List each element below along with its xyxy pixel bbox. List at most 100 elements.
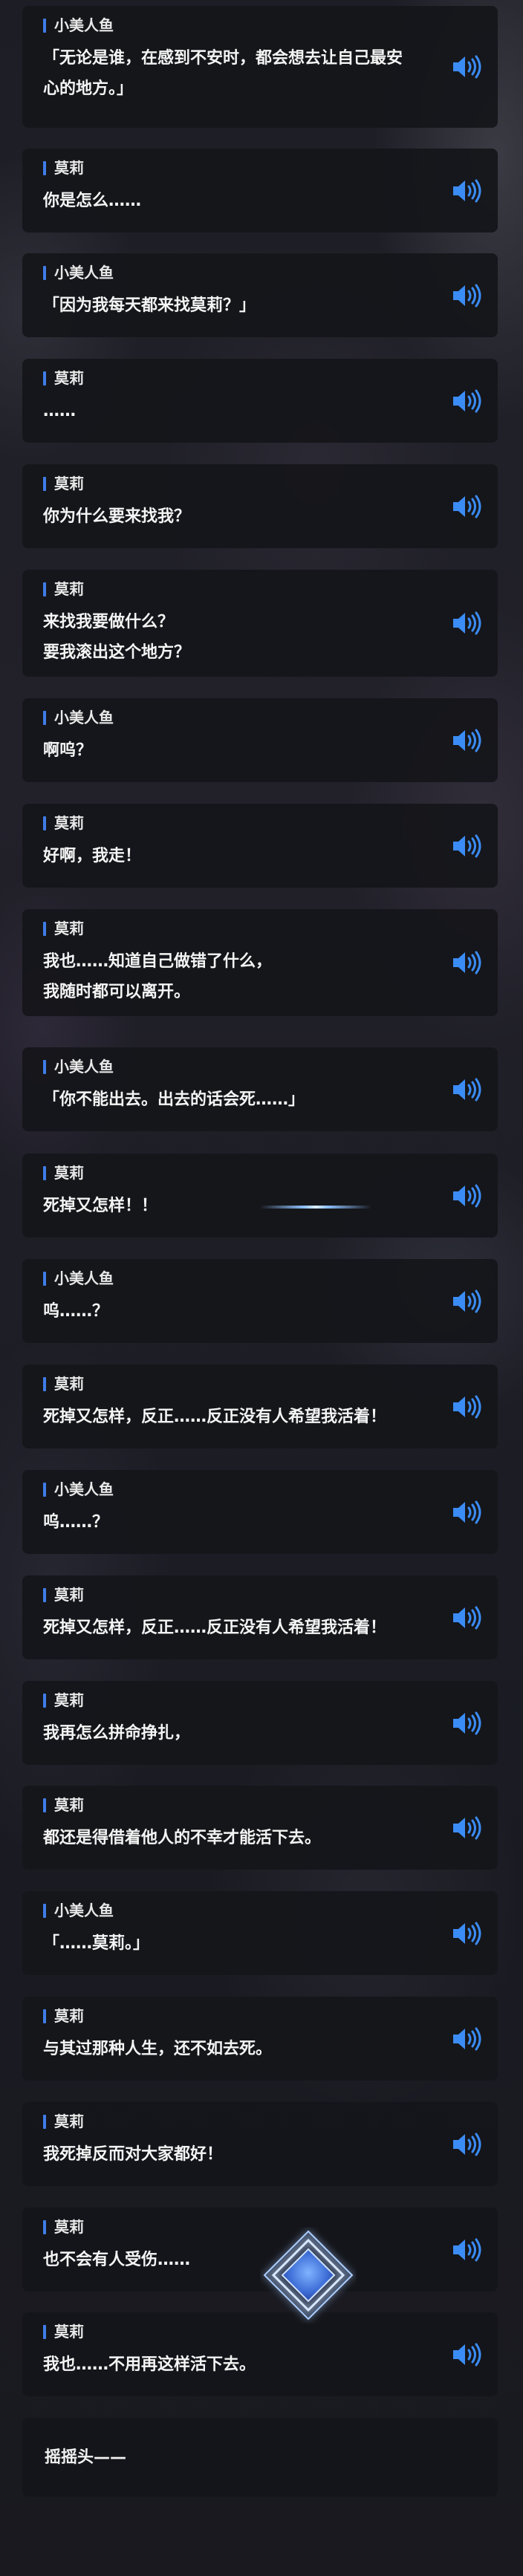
dialogue-line: 啊呜？ <box>43 741 93 760</box>
speaker-name: 莫莉 <box>43 814 84 832</box>
speaker-volume-icon <box>453 951 481 975</box>
dialogue-line: 我也……不用再这样活下去。 <box>43 2355 256 2374</box>
play-voice-button[interactable] <box>450 1183 483 1209</box>
play-voice-button[interactable] <box>450 178 483 204</box>
dialogue-card: 小美人鱼 呜……？ <box>22 1259 498 1343</box>
speaker-name: 小美人鱼 <box>43 1269 114 1287</box>
speaker-name: 莫莉 <box>43 2218 84 2236</box>
play-voice-button[interactable] <box>450 493 483 520</box>
play-voice-button[interactable] <box>450 2237 483 2263</box>
play-voice-button[interactable] <box>450 1076 483 1103</box>
dialogue-card: 莫莉你是怎么…… <box>22 149 498 232</box>
speaker-name: 莫莉 <box>43 1586 84 1604</box>
speaker-name: 小美人鱼 <box>43 1902 114 1919</box>
play-voice-button[interactable] <box>450 282 483 309</box>
dialogue-line: 「无论是谁，在感到不安时，都会想去让自己最安 <box>43 49 403 68</box>
speaker-name: 小美人鱼 <box>43 709 114 726</box>
speaker-volume-icon <box>453 1289 481 1313</box>
dialogue-card: 莫莉 都还是得借着他人的不幸才能活下去。 <box>22 1786 498 1870</box>
dialogue-card: 莫莉我也……知道自己做错了什么， 我随时都可以离开。 <box>22 909 498 1016</box>
speaker-volume-icon <box>453 1606 481 1629</box>
speaker-volume-icon <box>453 834 481 857</box>
play-voice-button[interactable] <box>450 1604 483 1631</box>
speaker-volume-icon <box>453 495 481 518</box>
dialogue-line: 也不会有人受伤…… <box>43 2251 191 2269</box>
dialogue-line: …… <box>43 402 76 420</box>
play-voice-button[interactable] <box>450 949 483 976</box>
dialogue-line: 死掉又怎样！！ <box>43 1197 158 1215</box>
speaker-name: 小美人鱼 <box>43 16 114 34</box>
dialogue-card: 小美人鱼「……莫莉。」 <box>22 1891 498 1975</box>
play-voice-button[interactable] <box>450 53 483 80</box>
play-voice-button[interactable] <box>450 2131 483 2158</box>
dialogue-line: 「你不能出去。出去的话会死……」 <box>43 1090 305 1109</box>
play-voice-button[interactable] <box>450 833 483 859</box>
dialogue-line: 心的地方。」 <box>43 79 134 98</box>
speaker-name: 小美人鱼 <box>43 264 114 282</box>
speaker-volume-icon <box>453 1922 481 1945</box>
speaker-name: 莫莉 <box>43 475 84 492</box>
speaker-name: 莫莉 <box>43 2007 84 2025</box>
dialogue-line: 死掉又怎样，反正……反正没有人希望我活着！ <box>43 1408 387 1426</box>
play-voice-button[interactable] <box>450 388 483 414</box>
play-voice-button[interactable] <box>450 727 483 754</box>
diamond-button[interactable] <box>260 2227 357 2323</box>
dialogue-line: 来找我要做什么？ <box>43 613 175 631</box>
dialogue-card: 小美人鱼啊呜？ <box>22 698 498 782</box>
dialogue-line: 都还是得借着他人的不幸才能活下去。 <box>43 1829 322 1847</box>
speaker-volume-icon <box>453 179 481 202</box>
speaker-name: 莫莉 <box>43 2323 84 2341</box>
dialogue-line: 与其过那种人生，还不如去死。 <box>43 2040 273 2058</box>
dialogue-line: 我随时都可以离开。 <box>43 983 191 1001</box>
dialogue-card: 小美人鱼 「因为我每天都来找莫莉？」 <box>22 253 498 337</box>
dialogue-card: 小美人鱼「你不能出去。出去的话会死……」 <box>22 1047 498 1131</box>
dialogue-card: 莫莉死掉又怎样！！ <box>22 1154 498 1237</box>
speaker-name: 莫莉 <box>43 2112 84 2130</box>
dialogue-line: 我也……知道自己做错了什么， <box>43 952 273 971</box>
play-voice-button[interactable] <box>450 1815 483 1841</box>
speaker-volume-icon <box>453 55 481 79</box>
speaker-volume-icon <box>453 284 481 307</box>
play-voice-button[interactable] <box>450 1499 483 1526</box>
speaker-volume-icon <box>453 729 481 752</box>
dialogue-line: 我再怎么拼命挣扎， <box>43 1724 191 1743</box>
dialogue-card: 莫莉我再怎么拼命挣扎， <box>22 1681 498 1765</box>
speaker-volume-icon <box>453 1078 481 1101</box>
play-voice-button[interactable] <box>450 1393 483 1420</box>
dialogue-card: 莫莉与其过那种人生，还不如去死。 <box>22 1997 498 2081</box>
diamond-icon <box>263 2230 354 2320</box>
speaker-name: 小美人鱼 <box>43 1480 114 1498</box>
dialogue-line: 你是怎么…… <box>43 192 142 210</box>
dialogue-line: 我死掉反而对大家都好！ <box>43 2145 224 2164</box>
speaker-name: 莫莉 <box>43 920 84 937</box>
speaker-name: 莫莉 <box>43 369 84 387</box>
dialogue-line: 死掉又怎样，反正……反正没有人希望我活着！ <box>43 1619 387 1637</box>
play-voice-button[interactable] <box>450 610 483 637</box>
speaker-name: 小美人鱼 <box>43 1058 114 1076</box>
dialogue-card: 莫莉 好啊，我走！ <box>22 804 498 888</box>
speaker-name: 莫莉 <box>43 1375 84 1393</box>
dialogue-line: 要我滚出这个地方？ <box>43 643 191 662</box>
speaker-name: 莫莉 <box>43 1691 84 1709</box>
play-voice-button[interactable] <box>450 1920 483 1947</box>
dialogue-line: 「……莫莉。」 <box>43 1934 150 1953</box>
speaker-name: 莫莉 <box>43 159 84 177</box>
speaker-name: 莫莉 <box>43 1164 84 1182</box>
speaker-volume-icon <box>453 1711 481 1734</box>
dialogue-card: 莫莉我死掉反而对大家都好！ <box>22 2102 498 2186</box>
dialogue-card: 莫莉死掉又怎样，反正……反正没有人希望我活着！ <box>22 1575 498 1659</box>
speaker-volume-icon <box>453 2133 481 2156</box>
dialogue-card: 小美人鱼 呜……？ <box>22 1470 498 1554</box>
speaker-volume-icon <box>453 389 481 412</box>
play-voice-button[interactable] <box>450 2341 483 2368</box>
glow-divider <box>260 1206 371 1209</box>
play-voice-button[interactable] <box>450 2026 483 2052</box>
dialogue-card: 莫莉 …… <box>22 359 498 443</box>
speaker-name: 莫莉 <box>43 580 84 598</box>
speaker-volume-icon <box>453 1816 481 1839</box>
narration-card: 摇摇头—— <box>22 2418 498 2497</box>
play-voice-button[interactable] <box>450 1710 483 1737</box>
dialogue-card: 小美人鱼「无论是谁，在感到不安时，都会想去让自己最安 心的地方。」 <box>22 6 498 128</box>
play-voice-button[interactable] <box>450 1288 483 1315</box>
speaker-volume-icon <box>453 2238 481 2261</box>
